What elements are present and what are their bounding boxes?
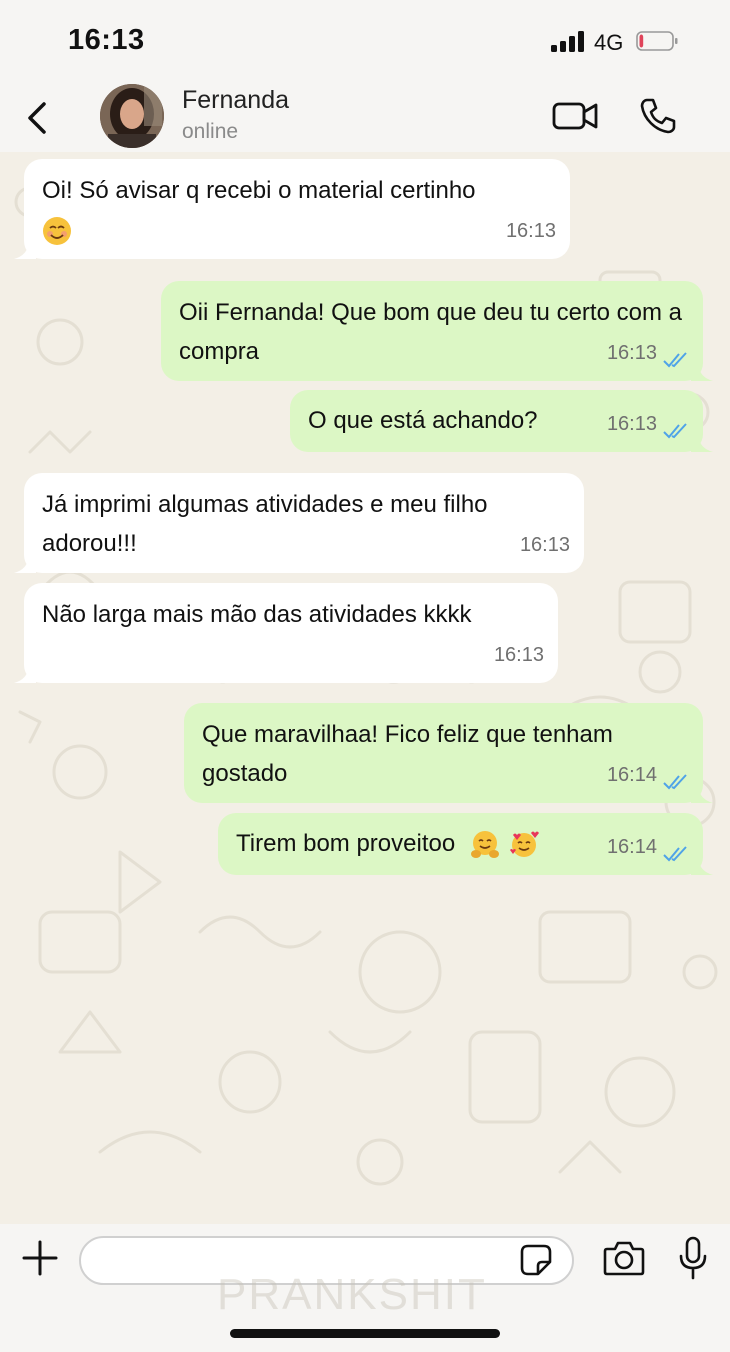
read-receipt-icon bbox=[663, 352, 687, 368]
bubble-tail bbox=[691, 436, 713, 452]
microphone-icon[interactable] bbox=[678, 1236, 708, 1280]
bubble-tail bbox=[691, 787, 713, 803]
message-text: Já imprimi algumas atividades e meu filh… bbox=[42, 491, 488, 557]
message-outgoing[interactable]: Oii Fernanda! Que bom que deu tu certo c… bbox=[161, 281, 713, 381]
bubble-tail bbox=[14, 557, 36, 573]
chat-area[interactable]: PRANKSHIT Oi! Só avisar q recebi o mater… bbox=[0, 152, 730, 1224]
message-time: 16:13 bbox=[505, 220, 556, 242]
message-time: 16:14 bbox=[606, 764, 657, 786]
battery-icon bbox=[636, 31, 678, 51]
hugging-face-emoji bbox=[470, 830, 500, 860]
message-text: Tirem bom proveitoo bbox=[236, 830, 456, 857]
sticker-icon[interactable] bbox=[520, 1244, 552, 1276]
message-time: 16:13 bbox=[606, 342, 657, 364]
message-incoming[interactable]: Não larga mais mão das atividades kkkk 1… bbox=[14, 583, 558, 683]
bubble-tail bbox=[691, 859, 713, 875]
smiling-face-emoji bbox=[42, 216, 72, 246]
message-incoming[interactable]: Oi! Só avisar q recebi o material certin… bbox=[14, 159, 570, 259]
smiling-face-with-hearts-emoji bbox=[509, 830, 539, 860]
bubble-tail bbox=[14, 667, 36, 683]
contact-status: online bbox=[182, 120, 239, 143]
home-indicator[interactable] bbox=[230, 1329, 500, 1338]
message-incoming[interactable]: Já imprimi algumas atividades e meu filh… bbox=[14, 473, 584, 573]
message-input[interactable] bbox=[79, 1236, 574, 1285]
read-receipt-icon bbox=[663, 774, 687, 790]
status-bar: 16:13 4G bbox=[0, 0, 730, 80]
signal-icon bbox=[551, 30, 585, 52]
avatar[interactable] bbox=[100, 84, 164, 148]
phone-icon[interactable] bbox=[638, 96, 678, 136]
contact-name[interactable]: Fernanda bbox=[182, 86, 289, 115]
avatar-photo bbox=[100, 84, 164, 148]
chat-header: Fernanda online bbox=[0, 80, 730, 152]
message-text: Que maravilhaa! Fico feliz que tenham go… bbox=[202, 721, 613, 787]
message-text: Não larga mais mão das atividades kkkk bbox=[42, 601, 472, 628]
message-outgoing[interactable]: Tirem bom proveitoo 16:14 bbox=[218, 813, 713, 875]
message-time: 16:13 bbox=[493, 644, 544, 666]
message-text: Oi! Só avisar q recebi o material certin… bbox=[42, 177, 476, 204]
back-icon[interactable] bbox=[22, 98, 54, 138]
read-receipt-icon bbox=[663, 423, 687, 439]
bubble-tail bbox=[691, 365, 713, 381]
message-time: 16:13 bbox=[606, 413, 657, 435]
read-receipt-icon bbox=[663, 846, 687, 862]
message-time: 16:14 bbox=[606, 836, 657, 858]
plus-icon[interactable] bbox=[22, 1240, 58, 1276]
status-time: 16:13 bbox=[68, 24, 145, 56]
message-outgoing[interactable]: O que está achando? 16:13 bbox=[290, 390, 713, 452]
message-time: 16:13 bbox=[519, 534, 570, 556]
message-text: O que está achando? bbox=[308, 407, 538, 434]
bubble-tail bbox=[14, 243, 36, 259]
network-type: 4G bbox=[594, 30, 624, 55]
video-call-icon[interactable] bbox=[551, 98, 599, 134]
camera-icon[interactable] bbox=[603, 1240, 645, 1276]
message-outgoing[interactable]: Que maravilhaa! Fico feliz que tenham go… bbox=[184, 703, 713, 803]
